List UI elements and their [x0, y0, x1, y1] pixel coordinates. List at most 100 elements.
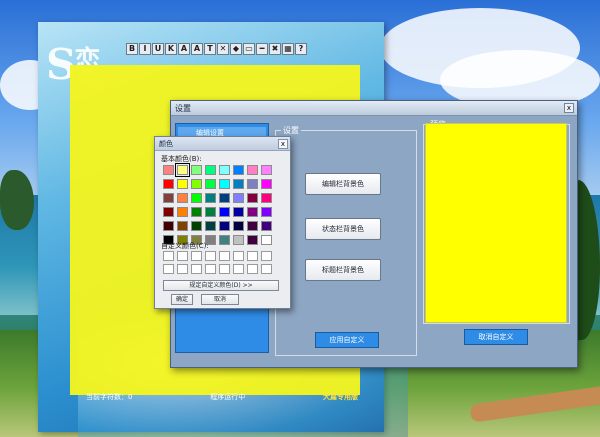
- custom-color-swatch[interactable]: [219, 264, 230, 274]
- color-swatch[interactable]: [177, 179, 188, 189]
- color-swatch[interactable]: [247, 165, 258, 175]
- color-dialog: 颜色 x 基本颜色(B): 自定义颜色(C): 规定自定义颜色(D) >> 确定…: [154, 136, 291, 309]
- settings-group: 设置: [275, 125, 417, 356]
- toolbar-button[interactable]: I: [139, 43, 151, 55]
- color-swatch[interactable]: [233, 179, 244, 189]
- color-swatch[interactable]: [177, 193, 188, 203]
- cancel-custom-button[interactable]: 取消自定义: [464, 329, 528, 345]
- color-swatch[interactable]: [219, 165, 230, 175]
- toolbar-button[interactable]: U: [152, 43, 164, 55]
- color-swatch[interactable]: [247, 221, 258, 231]
- custom-color-swatch[interactable]: [205, 251, 216, 261]
- custom-color-swatch[interactable]: [163, 264, 174, 274]
- color-swatch[interactable]: [233, 165, 244, 175]
- custom-color-swatch[interactable]: [247, 264, 258, 274]
- color-swatch[interactable]: [177, 221, 188, 231]
- color-swatch[interactable]: [247, 193, 258, 203]
- color-swatch[interactable]: [247, 179, 258, 189]
- settings-group-label: 设置: [281, 125, 301, 136]
- edition-badge: 大篇专用版: [323, 393, 358, 401]
- apply-custom-button[interactable]: 应用自定义: [315, 332, 379, 348]
- color-swatch[interactable]: [233, 193, 244, 203]
- status-bg-color-button[interactable]: 状态栏背景色: [305, 218, 381, 240]
- custom-colors-label: 自定义颜色(C):: [161, 242, 209, 250]
- color-swatch[interactable]: [233, 221, 244, 231]
- custom-color-swatch[interactable]: [205, 264, 216, 274]
- custom-color-swatch[interactable]: [261, 251, 272, 261]
- toolbar-button[interactable]: ✖: [269, 43, 281, 55]
- toolbar-button[interactable]: A: [191, 43, 203, 55]
- color-swatch[interactable]: [163, 179, 174, 189]
- custom-color-swatch[interactable]: [261, 264, 272, 274]
- color-swatch[interactable]: [219, 193, 230, 203]
- color-swatch[interactable]: [261, 193, 272, 203]
- color-swatch[interactable]: [247, 235, 258, 245]
- preview-box: [425, 123, 567, 323]
- color-swatch[interactable]: [177, 207, 188, 217]
- toolbar-button[interactable]: ▭: [243, 43, 255, 55]
- close-button[interactable]: x: [564, 103, 574, 113]
- color-swatch[interactable]: [205, 221, 216, 231]
- custom-color-swatch[interactable]: [177, 264, 188, 274]
- color-swatch[interactable]: [163, 221, 174, 231]
- color-swatch[interactable]: [205, 165, 216, 175]
- basic-colors-grid: [163, 163, 272, 245]
- color-swatch[interactable]: [163, 207, 174, 217]
- status-bar: 当前字符数：0 程序运行中 大篇专用版: [82, 390, 362, 404]
- color-swatch[interactable]: [261, 179, 272, 189]
- color-swatch[interactable]: [261, 207, 272, 217]
- color-swatch[interactable]: [247, 207, 258, 217]
- format-toolbar: B I U K A A T ✕ ◆ ▭ ━ ✖ ▦?: [126, 43, 307, 57]
- ok-button[interactable]: 确定: [171, 294, 193, 305]
- toolbar-button[interactable]: B: [126, 43, 138, 55]
- tree: [0, 170, 34, 230]
- toolbar-button[interactable]: ◆: [230, 43, 242, 55]
- toolbar-button[interactable]: ▦: [282, 43, 294, 55]
- color-swatch[interactable]: [261, 165, 272, 175]
- custom-color-swatch[interactable]: [191, 251, 202, 261]
- color-swatch[interactable]: [233, 235, 244, 245]
- custom-color-swatch[interactable]: [233, 264, 244, 274]
- color-swatch[interactable]: [163, 165, 174, 175]
- custom-color-swatch[interactable]: [247, 251, 258, 261]
- custom-color-swatch[interactable]: [233, 251, 244, 261]
- title-bg-color-button[interactable]: 标题栏背景色: [305, 259, 381, 281]
- color-swatch[interactable]: [219, 207, 230, 217]
- settings-title: 设置: [171, 101, 577, 116]
- color-swatch[interactable]: [261, 221, 272, 231]
- color-swatch[interactable]: [163, 193, 174, 203]
- custom-color-swatch[interactable]: [191, 264, 202, 274]
- color-swatch[interactable]: [205, 207, 216, 217]
- status-running: 程序运行中: [210, 393, 246, 401]
- basic-colors-label: 基本颜色(B):: [161, 155, 202, 163]
- color-swatch[interactable]: [233, 207, 244, 217]
- color-swatch[interactable]: [205, 179, 216, 189]
- status-char-count: 当前字符数：0: [86, 393, 133, 401]
- define-custom-colors-button[interactable]: 规定自定义颜色(D) >>: [163, 280, 279, 291]
- toolbar-button[interactable]: A: [178, 43, 190, 55]
- custom-colors-grid: [163, 251, 272, 274]
- toolbar-button[interactable]: T: [204, 43, 216, 55]
- color-swatch[interactable]: [219, 221, 230, 231]
- color-swatch[interactable]: [261, 235, 272, 245]
- toolbar-button[interactable]: ━: [256, 43, 268, 55]
- color-swatch[interactable]: [191, 179, 202, 189]
- color-swatch[interactable]: [191, 165, 202, 175]
- cancel-button[interactable]: 取消: [201, 294, 239, 305]
- color-swatch[interactable]: [175, 163, 190, 177]
- color-swatch[interactable]: [191, 193, 202, 203]
- color-dialog-title: 颜色: [155, 137, 290, 151]
- custom-color-swatch[interactable]: [177, 251, 188, 261]
- close-button[interactable]: x: [278, 139, 288, 149]
- color-swatch[interactable]: [219, 235, 230, 245]
- color-swatch[interactable]: [205, 193, 216, 203]
- toolbar-button[interactable]: ?: [295, 43, 307, 55]
- toolbar-button[interactable]: ✕: [217, 43, 229, 55]
- color-swatch[interactable]: [219, 179, 230, 189]
- edit-bg-color-button[interactable]: 编辑栏背景色: [305, 173, 381, 195]
- toolbar-button[interactable]: K: [165, 43, 177, 55]
- color-swatch[interactable]: [191, 207, 202, 217]
- custom-color-swatch[interactable]: [219, 251, 230, 261]
- custom-color-swatch[interactable]: [163, 251, 174, 261]
- color-swatch[interactable]: [191, 221, 202, 231]
